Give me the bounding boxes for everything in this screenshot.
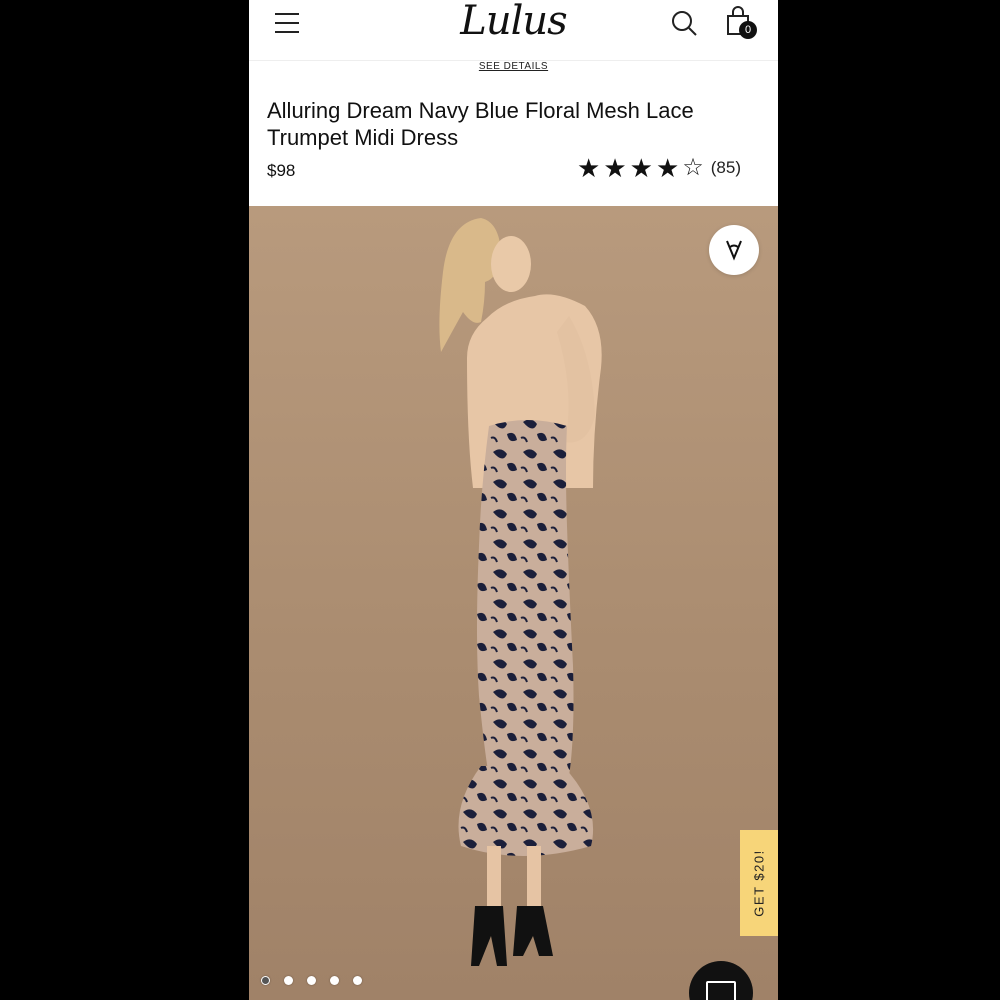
- heart-icon: [726, 240, 742, 261]
- pagination-dot[interactable]: [330, 976, 339, 985]
- mobile-viewport: Lulus 0 SEE DETAILS Alluring Dream Navy …: [249, 0, 778, 1000]
- site-header: Lulus 0: [249, 0, 778, 61]
- model-photo: [439, 218, 602, 966]
- see-details-link[interactable]: SEE DETAILS: [249, 61, 778, 72]
- pagination-dot[interactable]: [353, 976, 362, 985]
- star-icon: ★: [655, 153, 680, 183]
- image-pagination: [261, 976, 376, 985]
- get-discount-tab[interactable]: GET $20!: [740, 830, 778, 936]
- product-image[interactable]: GET $20!: [249, 206, 778, 1000]
- star-icon: ★: [629, 153, 653, 183]
- star-outline-icon: ☆: [682, 154, 704, 181]
- wishlist-button[interactable]: [709, 225, 759, 275]
- search-icon[interactable]: [670, 9, 698, 37]
- pagination-dot[interactable]: [261, 976, 270, 985]
- product-title: Alluring Dream Navy Blue Floral Mesh Lac…: [267, 98, 694, 150]
- product-price: $98: [267, 161, 296, 180]
- shopping-bag-button[interactable]: 0: [725, 6, 761, 42]
- pagination-dot[interactable]: [284, 976, 293, 985]
- get-discount-label: GET $20!: [751, 849, 767, 917]
- star-icon: ★: [603, 153, 627, 183]
- review-count[interactable]: (85): [711, 158, 741, 178]
- pagination-dot[interactable]: [307, 976, 316, 985]
- star-icon: ★: [577, 153, 601, 183]
- bag-count-badge: 0: [739, 21, 757, 39]
- chat-icon: [706, 981, 736, 1000]
- product-rating[interactable]: ★ ★ ★ ★ ☆ (85): [577, 154, 741, 182]
- site-logo[interactable]: Lulus: [249, 0, 778, 42]
